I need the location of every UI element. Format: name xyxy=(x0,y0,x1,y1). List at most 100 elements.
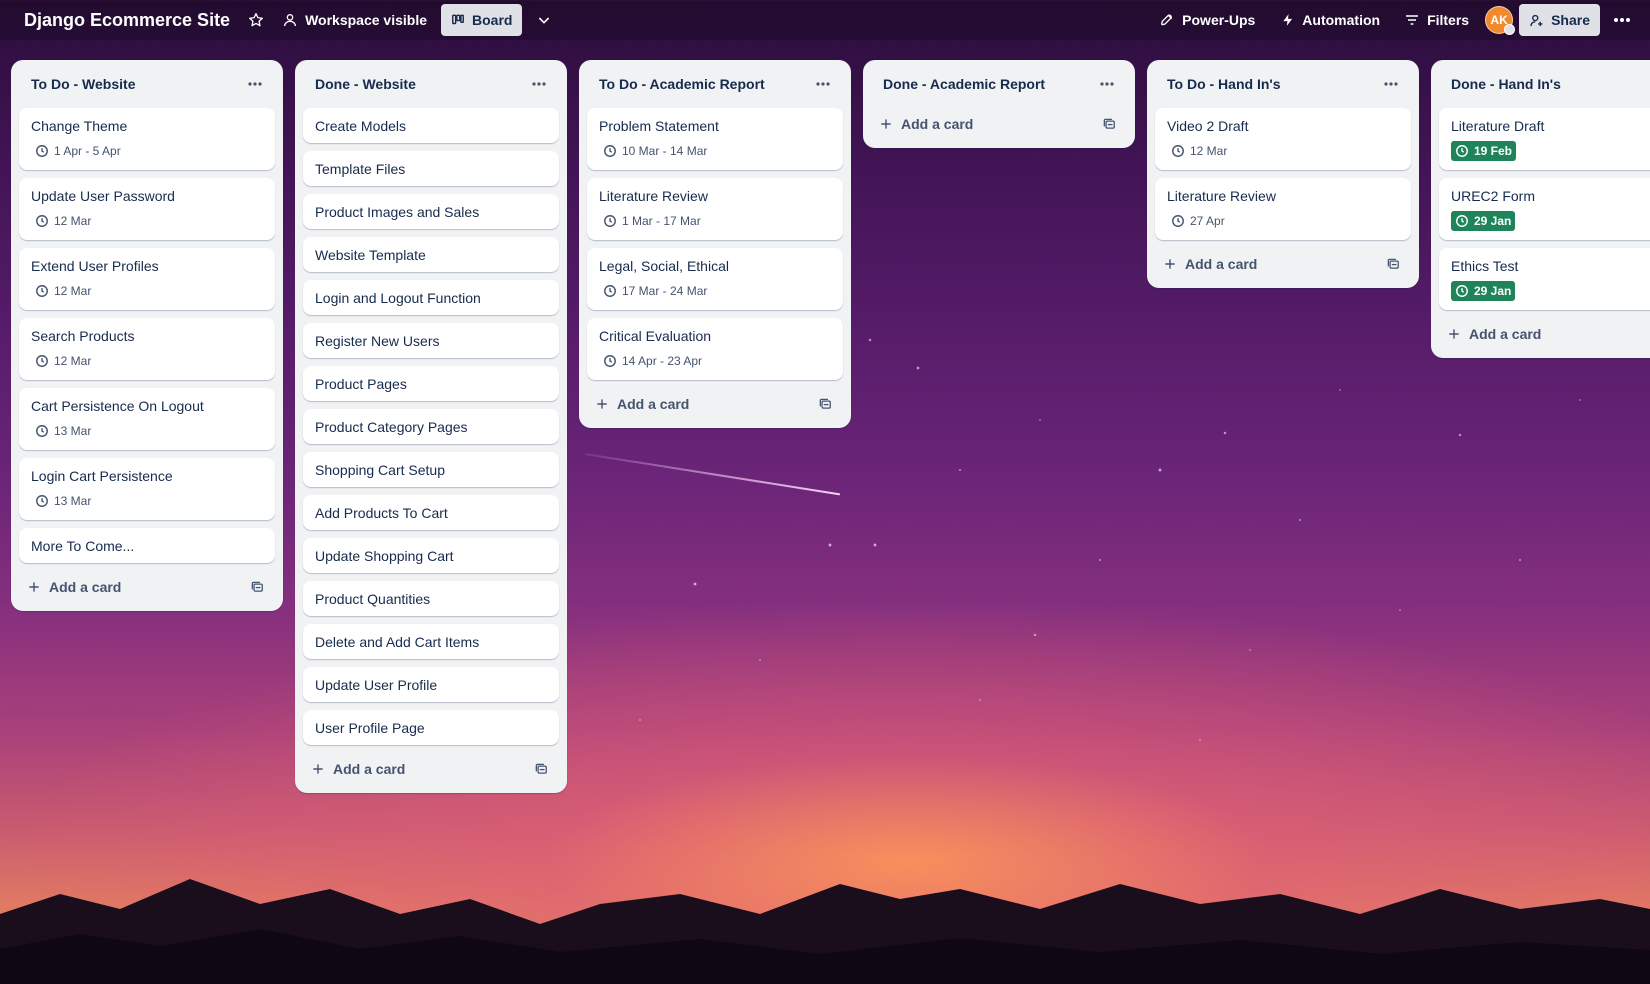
list-header[interactable]: To Do - Academic Report xyxy=(587,60,843,108)
list-header[interactable]: Done - Academic Report xyxy=(871,60,1127,108)
card-title: Legal, Social, Ethical xyxy=(599,258,729,274)
card-title: Extend User Profiles xyxy=(31,258,159,274)
list-title[interactable]: Done - Hand In's xyxy=(1451,76,1561,92)
card[interactable]: Product Quantities xyxy=(303,581,559,616)
card[interactable]: Critical Evaluation 14 Apr - 23 Apr xyxy=(587,318,843,380)
card[interactable]: Website Template xyxy=(303,237,559,272)
list-header[interactable]: Done - Hand In's xyxy=(1439,60,1650,108)
card[interactable]: Legal, Social, Ethical 17 Mar - 24 Mar xyxy=(587,248,843,310)
card[interactable]: Literature Review 1 Mar - 17 Mar xyxy=(587,178,843,240)
visibility-button[interactable]: Workspace visible xyxy=(272,4,437,36)
card[interactable]: Login Cart Persistence 13 Mar xyxy=(19,458,275,520)
card-title: Create Models xyxy=(315,118,407,134)
card[interactable]: User Profile Page xyxy=(303,710,559,745)
due-date-badge[interactable]: 12 Mar xyxy=(31,211,95,231)
due-date-badge[interactable]: 13 Mar xyxy=(31,491,95,511)
list-actions-button[interactable] xyxy=(523,68,555,100)
due-date-badge[interactable]: 27 Apr xyxy=(1167,211,1229,231)
avatar[interactable]: AK xyxy=(1485,6,1516,35)
card[interactable]: Ethics Test 29 Jan xyxy=(1439,248,1650,310)
list-actions-button[interactable] xyxy=(807,68,839,100)
clock-icon xyxy=(604,145,616,157)
list-title[interactable]: To Do - Hand In's xyxy=(1167,76,1281,92)
due-date-badge[interactable]: 1 Mar - 17 Mar xyxy=(599,211,705,231)
more-horizontal-icon xyxy=(1614,18,1630,22)
card[interactable]: Shopping Cart Setup xyxy=(303,452,559,487)
card[interactable]: Video 2 Draft 12 Mar xyxy=(1155,108,1411,170)
card[interactable]: Template Files xyxy=(303,151,559,186)
card[interactable]: Product Category Pages xyxy=(303,409,559,444)
due-date-badge[interactable]: 14 Apr - 23 Apr xyxy=(599,351,706,371)
list-header[interactable]: Done - Website xyxy=(303,60,559,108)
due-date-badge[interactable]: 12 Mar xyxy=(31,281,95,301)
add-card-button[interactable]: Add a card xyxy=(879,116,973,132)
card[interactable]: More To Come... xyxy=(19,528,275,563)
card[interactable]: Update User Password 12 Mar xyxy=(19,178,275,240)
add-card-label: Add a card xyxy=(333,761,406,777)
card[interactable]: Cart Persistence On Logout 13 Mar xyxy=(19,388,275,450)
list-title[interactable]: To Do - Academic Report xyxy=(599,76,765,92)
card[interactable]: Delete and Add Cart Items xyxy=(303,624,559,659)
card[interactable]: Product Pages xyxy=(303,366,559,401)
list-header[interactable]: To Do - Hand In's xyxy=(1155,60,1411,108)
due-date-badge[interactable]: 12 Mar xyxy=(1167,141,1231,161)
card[interactable]: Update Shopping Cart xyxy=(303,538,559,573)
due-date-badge[interactable]: 10 Mar - 14 Mar xyxy=(599,141,711,161)
view-switcher-button[interactable] xyxy=(528,4,560,36)
card-title: Shopping Cart Setup xyxy=(315,462,445,478)
card[interactable]: Login and Logout Function xyxy=(303,280,559,315)
add-card-row: Add a card xyxy=(587,388,843,420)
list-title[interactable]: To Do - Website xyxy=(31,76,135,92)
list-title[interactable]: Done - Website xyxy=(315,76,416,92)
board-view-button[interactable]: Board xyxy=(441,4,523,36)
due-date-label: 27 Apr xyxy=(1190,214,1225,228)
list-actions-button[interactable] xyxy=(1091,68,1123,100)
due-date-badge[interactable]: 1 Apr - 5 Apr xyxy=(31,141,125,161)
powerups-button[interactable]: Power-Ups xyxy=(1149,4,1265,36)
star-board-button[interactable] xyxy=(240,4,272,36)
board-title[interactable]: Django Ecommerce Site xyxy=(14,6,240,35)
card[interactable]: Literature Draft 19 Feb xyxy=(1439,108,1650,170)
card-title: Cart Persistence On Logout xyxy=(31,398,204,414)
create-from-template-button[interactable] xyxy=(1379,250,1407,278)
create-from-template-button[interactable] xyxy=(527,755,555,783)
add-card-button[interactable]: Add a card xyxy=(595,396,689,412)
card[interactable]: Extend User Profiles 12 Mar xyxy=(19,248,275,310)
card[interactable]: Product Images and Sales xyxy=(303,194,559,229)
card[interactable]: Search Products 12 Mar xyxy=(19,318,275,380)
list-title[interactable]: Done - Academic Report xyxy=(883,76,1045,92)
due-date-badge[interactable]: 29 Jan xyxy=(1451,281,1516,301)
card-title: Video 2 Draft xyxy=(1167,118,1249,134)
create-from-template-button[interactable] xyxy=(811,390,839,418)
list-header[interactable]: To Do - Website xyxy=(19,60,275,108)
card[interactable]: UREC2 Form 29 Jan xyxy=(1439,178,1650,240)
card[interactable]: Literature Review 27 Apr xyxy=(1155,178,1411,240)
card[interactable]: Add Products To Cart xyxy=(303,495,559,530)
card-title: Update Shopping Cart xyxy=(315,548,454,564)
card[interactable]: Update User Profile xyxy=(303,667,559,702)
add-card-button[interactable]: Add a card xyxy=(311,761,405,777)
board-view-label: Board xyxy=(472,12,513,28)
add-card-button[interactable]: Add a card xyxy=(1163,256,1257,272)
add-card-button[interactable]: Add a card xyxy=(1447,326,1541,342)
board-menu-button[interactable] xyxy=(1606,4,1638,36)
card[interactable]: Problem Statement 10 Mar - 14 Mar xyxy=(587,108,843,170)
automation-button[interactable]: Automation xyxy=(1271,4,1390,36)
add-card-button[interactable]: Add a card xyxy=(27,579,121,595)
filters-button[interactable]: Filters xyxy=(1394,4,1479,36)
card[interactable]: Change Theme 1 Apr - 5 Apr xyxy=(19,108,275,170)
card[interactable]: Create Models xyxy=(303,108,559,143)
create-from-template-button[interactable] xyxy=(1095,110,1123,138)
list-actions-button[interactable] xyxy=(239,68,271,100)
card[interactable]: Register New Users xyxy=(303,323,559,358)
create-from-template-button[interactable] xyxy=(243,573,271,601)
add-card-row: Add a card xyxy=(19,571,275,603)
share-button[interactable]: Share xyxy=(1519,4,1600,36)
due-date-badge[interactable]: 29 Jan xyxy=(1451,211,1516,231)
list-actions-button[interactable] xyxy=(1375,68,1407,100)
due-date-badge[interactable]: 12 Mar xyxy=(31,351,95,371)
due-date-badge[interactable]: 19 Feb xyxy=(1451,141,1517,161)
rocket-icon xyxy=(1161,14,1173,26)
due-date-badge[interactable]: 13 Mar xyxy=(31,421,95,441)
due-date-badge[interactable]: 17 Mar - 24 Mar xyxy=(599,281,711,301)
